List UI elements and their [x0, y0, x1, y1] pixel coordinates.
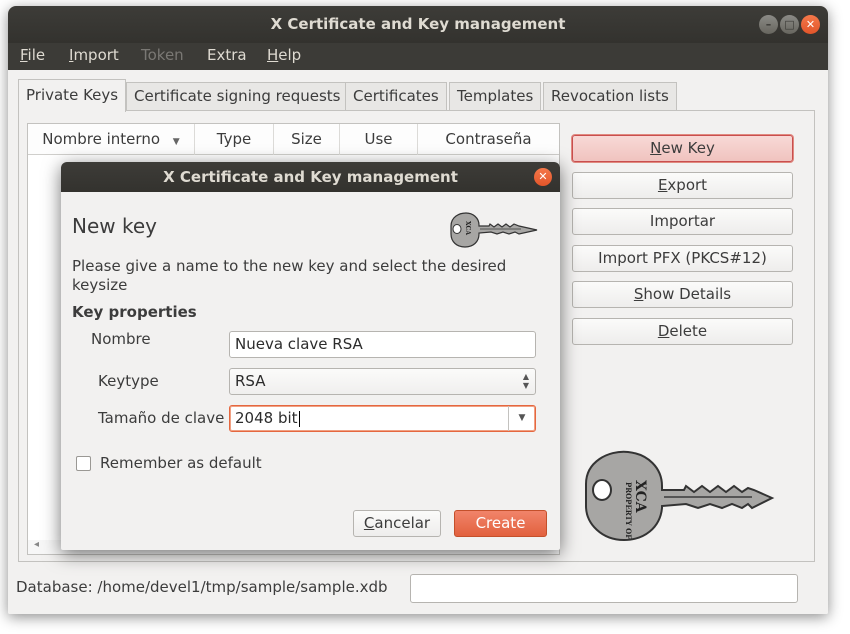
xca-key-logo-icon: PROPERTY OF XCA	[585, 450, 775, 542]
spin-arrows-icon: ▲ ▼	[522, 372, 529, 390]
window-title: X Certificate and Key management	[270, 15, 566, 33]
export-button[interactable]: Export	[572, 172, 793, 199]
new-key-dialog: X Certificate and Key management ✕ New k…	[61, 162, 560, 550]
column-header-size[interactable]: Size	[274, 124, 340, 155]
create-button[interactable]: Create	[454, 510, 547, 537]
remember-default-checkbox[interactable]	[76, 456, 91, 471]
window-controls: – □ ✕	[759, 15, 820, 34]
menu-extra[interactable]: Extra	[207, 46, 247, 64]
tab-revocation-lists[interactable]: Revocation lists	[543, 82, 677, 111]
tab-certificates[interactable]: Certificates	[345, 82, 447, 111]
chevron-down-icon[interactable]: ▼	[508, 406, 535, 431]
cancel-button[interactable]: Cancelar	[353, 510, 441, 537]
minimize-icon[interactable]: –	[759, 15, 778, 34]
menu-bar: File Import Token Extra Help	[8, 43, 828, 70]
key-properties-heading: Key properties	[72, 303, 197, 321]
svg-text:PROPERTY OF: PROPERTY OF	[624, 482, 633, 539]
column-header-name[interactable]: Nombre interno ▼	[28, 124, 195, 155]
close-icon[interactable]: ✕	[801, 15, 820, 34]
menu-token[interactable]: Token	[141, 46, 184, 64]
column-header-password[interactable]: Contraseña	[418, 124, 559, 155]
status-field	[410, 574, 798, 603]
menu-file[interactable]: File	[20, 46, 45, 64]
sort-desc-icon: ▼	[172, 137, 180, 147]
keytype-select[interactable]: RSA ▲ ▼	[229, 368, 536, 395]
menu-help[interactable]: Help	[267, 46, 301, 64]
dialog-description: Please give a name to the new key and se…	[72, 257, 507, 294]
name-input[interactable]: Nueva clave RSA	[229, 331, 536, 358]
scroll-left-icon[interactable]: ◂	[34, 539, 39, 550]
tab-private-keys[interactable]: Private Keys	[18, 79, 127, 112]
column-header-type[interactable]: Type	[195, 124, 274, 155]
menu-import[interactable]: Import	[69, 46, 119, 64]
dialog-close-icon[interactable]: ✕	[534, 168, 552, 186]
dialog-titlebar[interactable]: X Certificate and Key management ✕	[61, 162, 560, 192]
tab-certificate-signing-requests[interactable]: Certificate signing requests	[126, 82, 349, 111]
column-header-use[interactable]: Use	[340, 124, 418, 155]
new-key-button[interactable]: New Key	[572, 135, 793, 162]
delete-button[interactable]: Delete	[572, 318, 793, 345]
text-cursor	[298, 410, 300, 427]
show-details-button[interactable]: Show Details	[572, 281, 793, 308]
svg-text:XCA: XCA	[464, 221, 471, 235]
keysize-label: Tamaño de clave	[98, 409, 225, 427]
import-button[interactable]: Importar	[572, 208, 793, 235]
import-pfx-button[interactable]: Import PFX (PKCS#12)	[572, 245, 793, 272]
remember-default-label[interactable]: Remember as default	[100, 454, 262, 472]
name-label: Nombre	[91, 330, 151, 348]
keysize-combobox[interactable]: 2048 bit ▼	[229, 405, 536, 432]
maximize-icon[interactable]: □	[780, 15, 799, 34]
keytype-label: Keytype	[98, 372, 159, 390]
list-header: Nombre interno ▼ Type Size Use Contraseñ…	[28, 124, 559, 155]
window-titlebar[interactable]: X Certificate and Key management – □ ✕	[8, 6, 828, 43]
key-small-icon: XCA	[450, 212, 538, 248]
database-path-label: Database: /home/devel1/tmp/sample/sample…	[16, 578, 388, 596]
tab-templates[interactable]: Templates	[449, 82, 542, 111]
dialog-title: X Certificate and Key management	[163, 168, 458, 186]
svg-text:XCA: XCA	[632, 480, 648, 514]
dialog-heading: New key	[72, 214, 157, 238]
